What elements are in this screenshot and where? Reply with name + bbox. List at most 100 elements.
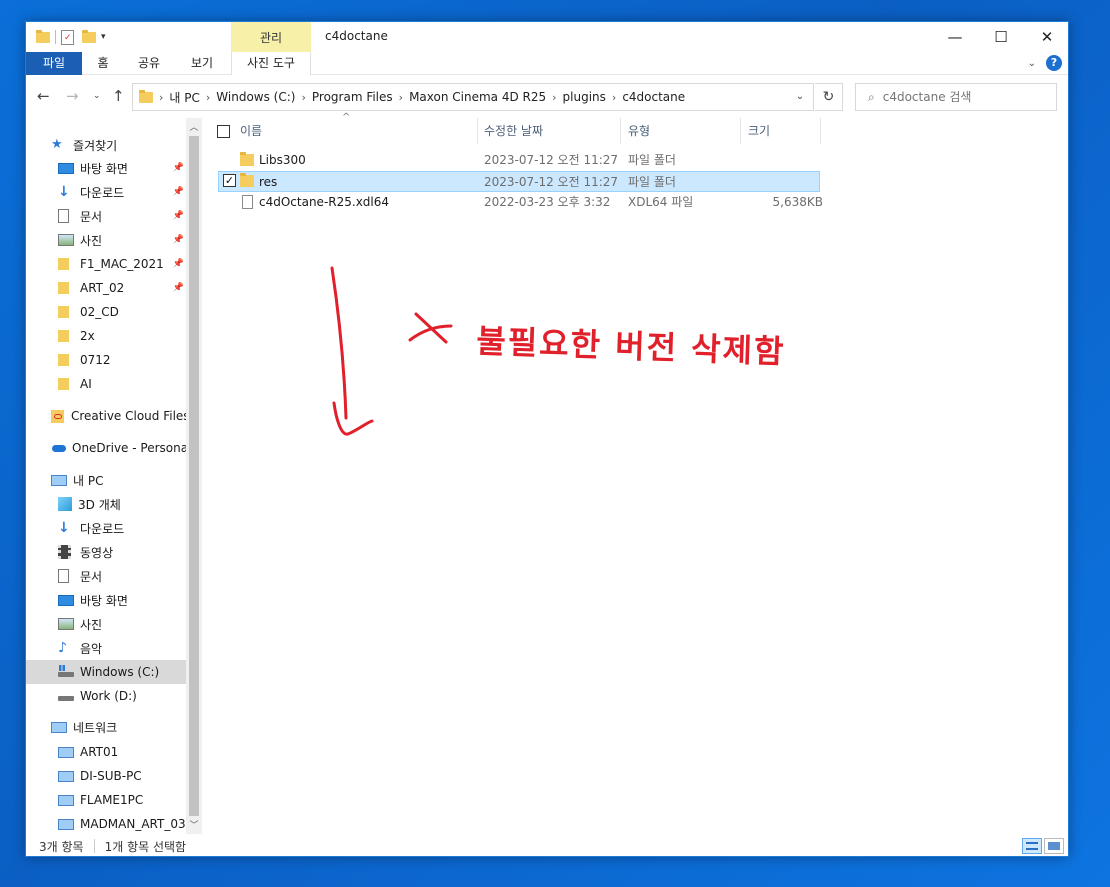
search-box[interactable]: ⌕ [855,83,1057,111]
folder-icon [58,282,69,294]
nav-item-music[interactable]: ♪ 음악 [26,636,186,660]
breadcrumb-maxon[interactable]: Maxon Cinema 4D R25 [409,90,546,104]
annotation-text: 불필요한 버전 삭제함 [476,322,786,371]
breadcrumb-windows-c[interactable]: Windows (C:) [216,90,295,104]
explorer-window: ✓ ▾ 관리 c4doctane — ☐ ✕ 파일 홈 공유 보기 사진 도구 … [25,21,1069,857]
ribbon-controls: ⌄ ? [1028,55,1062,71]
tab-view[interactable]: 보기 [184,52,220,75]
nav-label: 네트워크 [73,720,118,735]
new-folder-icon[interactable] [82,29,96,43]
tab-file[interactable]: 파일 [26,52,82,75]
search-icon: ⌕ [868,89,875,104]
drive-icon [58,689,74,703]
nav-label: 0712 [80,353,111,367]
star-icon: ★ [51,137,63,152]
back-arrow-icon[interactable]: ← [37,87,50,105]
annotation-arrow [330,266,374,436]
nav-item-di-sub-pc[interactable]: DI-SUB-PC [26,764,186,788]
nav-label: 다운로드 [80,185,125,200]
download-icon: ↓ [58,184,70,200]
close-button[interactable]: ✕ [1024,22,1068,52]
nav-item-f1-mac[interactable]: F1_MAC_2021 📌 [26,252,186,276]
minimize-button[interactable]: — [932,22,978,52]
nav-item-pc-desktop[interactable]: 바탕 화면 [26,588,186,612]
navigation-pane: ★ 즐겨찾기 바탕 화면 📌 ↓ 다운로드 📌 문서 📌 사진 📌 F1_MAC… [26,118,201,834]
nav-item-02cd[interactable]: 02_CD [26,300,186,324]
maximize-button[interactable]: ☐ [978,22,1024,52]
nav-item-work-d[interactable]: Work (D:) [26,684,186,708]
scrollbar-thumb[interactable] [189,136,199,816]
drive-icon [58,665,74,679]
pin-icon[interactable]: 📌 [173,211,184,221]
nav-label: Windows (C:) [80,665,160,679]
nav-item-windows-c[interactable]: Windows (C:) [26,660,186,684]
search-input[interactable] [882,90,1033,104]
window-title: c4doctane [325,29,388,43]
large-icons-view-icon[interactable] [1044,838,1064,854]
breadcrumb-plugins[interactable]: plugins [563,90,606,104]
folder-icon [58,258,69,270]
help-icon[interactable]: ? [1046,55,1062,71]
tab-picture-tools[interactable]: 사진 도구 [231,52,311,75]
nav-onedrive[interactable]: OneDrive - Personal [26,436,191,460]
breadcrumb-c4doctane[interactable]: c4doctane [622,90,685,104]
file-list: ^ 이름 수정한 날짜 유형 크기 Libs300 2023-07-12 오전 … [208,112,1068,834]
nav-item-downloads[interactable]: ↓ 다운로드 📌 [26,180,186,204]
expand-ribbon-icon[interactable]: ⌄ [1028,58,1036,69]
nav-item-documents[interactable]: 문서 📌 [26,204,186,228]
pin-icon[interactable]: 📌 [173,235,184,245]
computer-icon [58,818,74,830]
nav-item-pc-pictures[interactable]: 사진 [26,612,186,636]
nav-item-3d-objects[interactable]: 3D 개체 [26,492,186,516]
nav-item-ai[interactable]: AI [26,372,186,396]
desktop-icon [58,162,74,174]
breadcrumb-this-pc[interactable]: 내 PC [169,89,199,106]
folder-icon [58,378,69,390]
pin-icon[interactable]: 📌 [173,163,184,173]
nav-creative-cloud[interactable]: Creative Cloud Files [26,404,190,428]
nav-item-madman[interactable]: MADMAN_ART_03 [26,812,186,834]
nav-item-flame1pc[interactable]: FLAME1PC [26,788,186,812]
pin-icon[interactable]: 📌 [173,187,184,197]
nav-item-2x[interactable]: 2x [26,324,186,348]
nav-this-pc[interactable]: 내 PC [26,468,186,492]
nav-item-desktop[interactable]: 바탕 화면 📌 [26,156,186,180]
refresh-button[interactable]: ↻ [815,83,843,111]
customize-toolbar-icon[interactable]: ▾ [101,32,106,42]
nav-quick-access[interactable]: ★ 즐겨찾기 [26,133,186,157]
tab-home[interactable]: 홈 [88,52,118,75]
status-bar: 3개 항목 1개 항목 선택함 [26,834,1068,856]
nav-item-0712[interactable]: 0712 [26,348,186,372]
breadcrumb-program-files[interactable]: Program Files [312,90,393,104]
pin-icon[interactable]: 📌 [173,259,184,269]
nav-label: 문서 [80,209,103,224]
chevron-right-icon: › [611,90,617,104]
address-bar[interactable]: › 내 PC › Windows (C:) › Program Files › … [132,83,814,111]
nav-label: OneDrive - Personal [72,441,192,455]
nav-item-pictures[interactable]: 사진 📌 [26,228,186,252]
recent-locations-icon[interactable]: ⌄ [93,91,101,101]
nav-item-pc-documents[interactable]: 문서 [26,564,186,588]
tab-share[interactable]: 공유 [131,52,167,75]
nav-scrollbar[interactable]: ︿ ﹀ [186,118,202,834]
address-dropdown-icon[interactable]: ⌄ [787,84,813,110]
scroll-down-icon[interactable]: ﹀ [186,818,202,831]
up-arrow-icon[interactable]: ↑ [112,87,125,105]
forward-arrow-icon[interactable]: → [66,87,79,105]
creative-cloud-icon [51,409,64,423]
nav-item-pc-downloads[interactable]: ↓ 다운로드 [26,516,186,540]
pin-icon[interactable]: 📌 [173,283,184,293]
context-tab-group-label: 관리 [231,22,311,52]
nav-item-art02[interactable]: ART_02 📌 [26,276,186,300]
nav-label: DI-SUB-PC [80,769,142,783]
scroll-up-icon[interactable]: ︿ [186,120,202,133]
title-bar: ✓ ▾ 관리 c4doctane — ☐ ✕ [26,22,1068,52]
handwritten-annotation: 불필요한 버전 삭제함 [330,266,786,436]
nav-item-videos[interactable]: 동영상 [26,540,186,564]
nav-network[interactable]: 네트워크 [26,715,186,739]
properties-icon[interactable]: ✓ [61,29,74,45]
details-view-icon[interactable] [1022,838,1042,854]
qa-divider [55,30,56,44]
film-icon [58,545,71,559]
nav-item-art01[interactable]: ART01 [26,740,186,764]
